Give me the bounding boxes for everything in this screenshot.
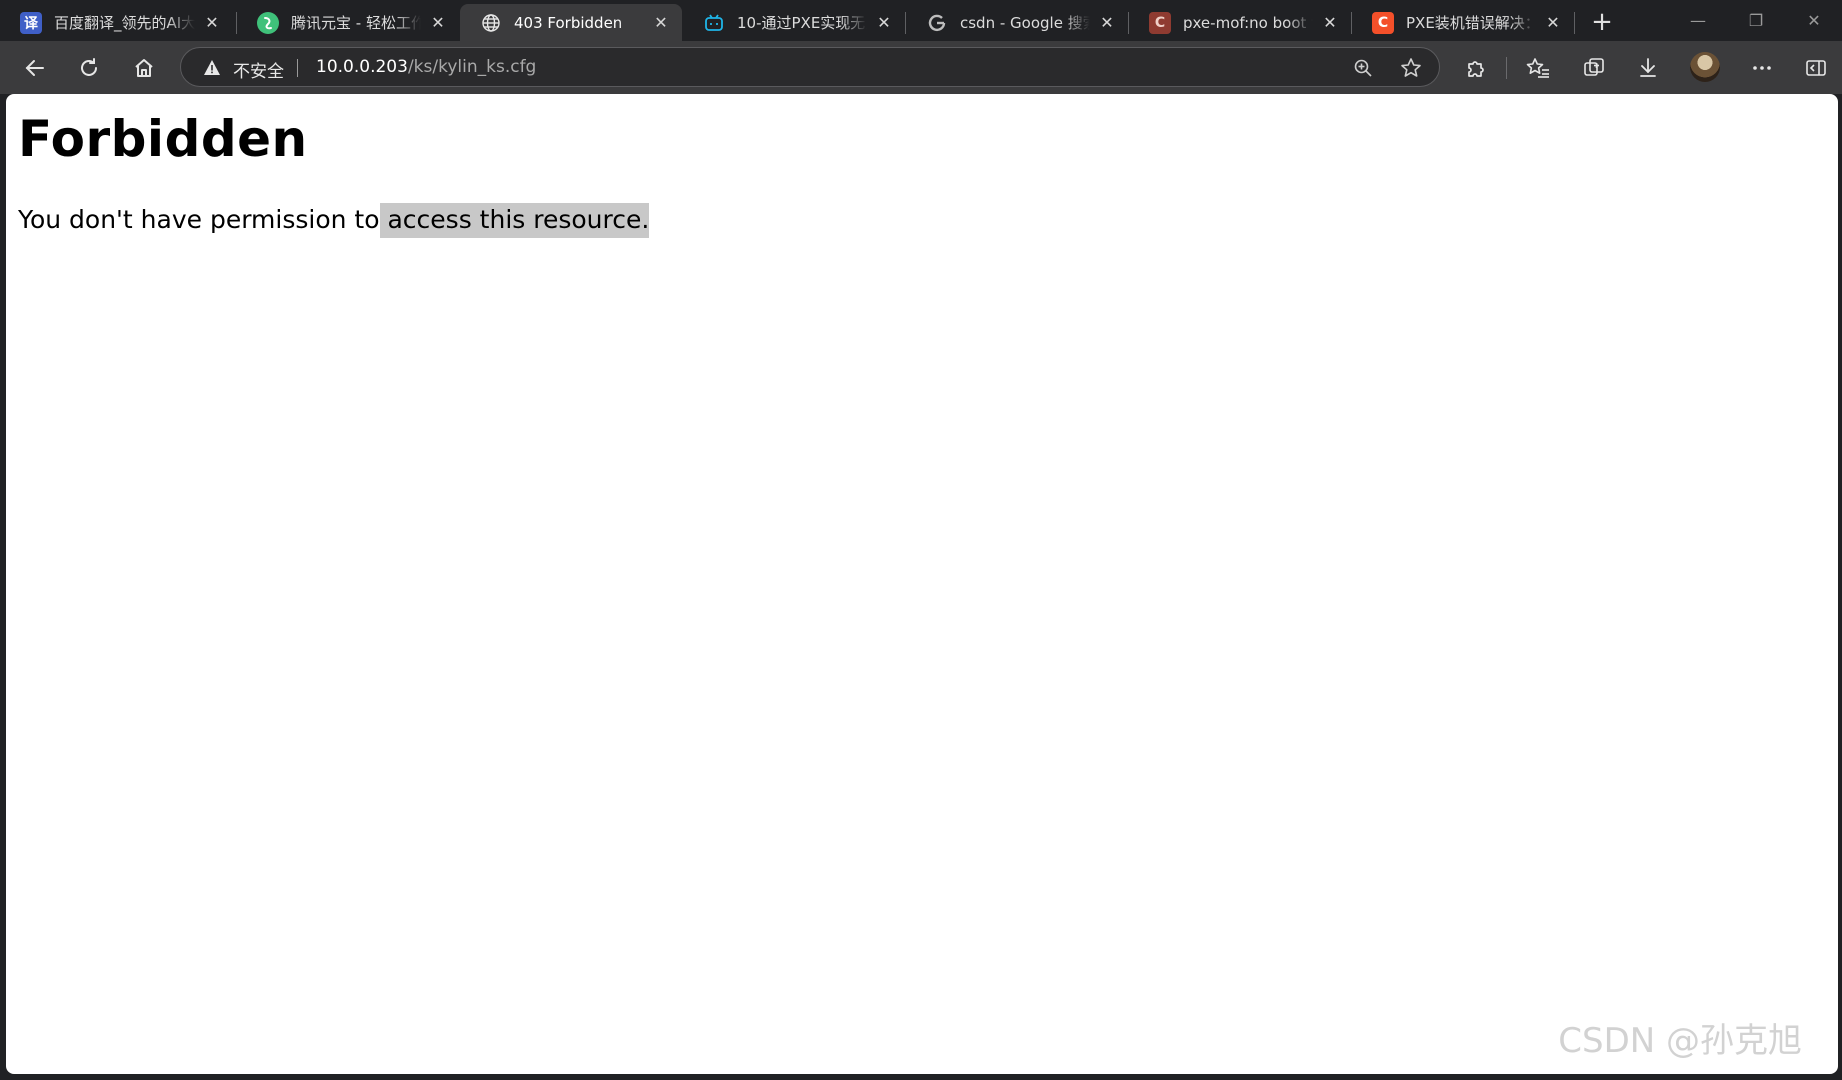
tab-google-search[interactable]: csdn - Google 搜索 ✕ bbox=[906, 4, 1128, 41]
tab-title: 百度翻译_领先的AI大模型翻译 bbox=[54, 14, 195, 32]
settings-menu-button[interactable] bbox=[1745, 51, 1779, 85]
tab-pxe-mof[interactable]: C pxe-mof:no boot filename ✕ bbox=[1129, 4, 1351, 41]
download-icon bbox=[1640, 58, 1656, 77]
collections-icon bbox=[1584, 58, 1604, 76]
tab-title: PXE装机错误解决：从 bbox=[1406, 14, 1536, 32]
warning-icon[interactable] bbox=[203, 59, 221, 77]
extensions-button[interactable] bbox=[1459, 51, 1493, 85]
browser-toolbar: 不安全 10.0.0.203/ks/kylin_ks.cfg bbox=[0, 41, 1842, 94]
sidebar-icon bbox=[1806, 60, 1826, 76]
tab-403-forbidden[interactable]: 403 Forbidden ✕ bbox=[460, 4, 682, 41]
address-divider bbox=[297, 59, 298, 77]
profile-avatar[interactable] bbox=[1690, 52, 1720, 82]
url-path: /ks/kylin_ks.cfg bbox=[407, 57, 537, 77]
tab-title: 403 Forbidden bbox=[514, 13, 623, 32]
close-icon[interactable]: ✕ bbox=[427, 13, 449, 32]
more-options-icon bbox=[1753, 66, 1771, 70]
csdn-watermark: CSDN @孙克旭 bbox=[1558, 1021, 1802, 1061]
close-icon[interactable]: ✕ bbox=[650, 13, 672, 32]
favorites-icon bbox=[1526, 58, 1549, 78]
tab-title: 10-通过PXE实现无人值守 bbox=[737, 14, 867, 32]
tab-yuanbao[interactable]: 腾讯元宝 - 轻松工作 多 ✕ bbox=[237, 4, 459, 41]
back-arrow-icon bbox=[25, 60, 44, 76]
minimize-button[interactable]: — bbox=[1674, 6, 1722, 36]
home-button[interactable] bbox=[127, 51, 161, 85]
tab-title: pxe-mof:no boot filename bbox=[1183, 13, 1313, 32]
address-bar[interactable]: 不安全 10.0.0.203/ks/kylin_ks.cfg bbox=[180, 47, 1440, 87]
downloads-button[interactable] bbox=[1631, 51, 1665, 85]
page-viewport: Forbidden You don't have permission to a… bbox=[6, 94, 1838, 1074]
toolbar-separator bbox=[1506, 57, 1507, 79]
not-secure-label[interactable]: 不安全 bbox=[233, 57, 284, 82]
page-message: You don't have permission to access this… bbox=[18, 203, 650, 238]
close-icon[interactable]: ✕ bbox=[201, 13, 223, 32]
favorite-star-icon[interactable] bbox=[1399, 56, 1423, 80]
tab-bilibili[interactable]: 10-通过PXE实现无人值守 ✕ bbox=[683, 4, 905, 41]
close-icon[interactable]: ✕ bbox=[873, 13, 895, 32]
collections-button[interactable] bbox=[1577, 51, 1611, 85]
yuanbao-icon bbox=[257, 11, 279, 34]
globe-icon bbox=[480, 12, 502, 34]
tab-strip: 译 百度翻译_领先的AI大模型翻译 ✕ 腾讯元宝 - 轻松工作 多 ✕ 403 … bbox=[0, 0, 1842, 41]
message-text: You don't have permission to bbox=[18, 205, 380, 234]
page-title: Forbidden bbox=[18, 110, 308, 168]
close-icon[interactable]: ✕ bbox=[1096, 13, 1118, 32]
close-icon[interactable]: ✕ bbox=[1542, 13, 1564, 32]
puzzle-icon bbox=[1468, 61, 1484, 77]
tab-separator bbox=[1574, 12, 1575, 34]
csdn-icon: C bbox=[1149, 11, 1171, 34]
tab-title: csdn - Google 搜索 bbox=[960, 14, 1090, 32]
home-icon bbox=[135, 59, 153, 77]
zoom-icon[interactable] bbox=[1351, 56, 1375, 80]
new-tab-button[interactable]: + bbox=[1587, 8, 1617, 38]
url-host: 10.0.0.203 bbox=[316, 57, 408, 77]
refresh-button[interactable] bbox=[72, 51, 106, 85]
tab-pxe-error[interactable]: C PXE装机错误解决：从 ✕ bbox=[1352, 4, 1574, 41]
back-button[interactable] bbox=[18, 51, 52, 85]
baidu-translate-icon: 译 bbox=[20, 11, 42, 34]
close-icon[interactable]: ✕ bbox=[1319, 13, 1341, 32]
tab-title: 腾讯元宝 - 轻松工作 多 bbox=[291, 14, 421, 32]
refresh-icon bbox=[81, 58, 97, 76]
csdn-icon: C bbox=[1372, 11, 1394, 34]
selected-text: access this resource. bbox=[379, 203, 650, 238]
tab-baidu-translate[interactable]: 译 百度翻译_领先的AI大模型翻译 ✕ bbox=[0, 4, 233, 41]
close-window-button[interactable]: ✕ bbox=[1790, 6, 1838, 36]
google-icon bbox=[926, 12, 948, 34]
sidebar-toggle-button[interactable] bbox=[1799, 51, 1833, 85]
url-text[interactable]: 10.0.0.203/ks/kylin_ks.cfg bbox=[316, 57, 536, 77]
restore-button[interactable]: ❐ bbox=[1732, 6, 1780, 36]
bilibili-icon bbox=[703, 12, 725, 34]
favorites-button[interactable] bbox=[1521, 51, 1555, 85]
